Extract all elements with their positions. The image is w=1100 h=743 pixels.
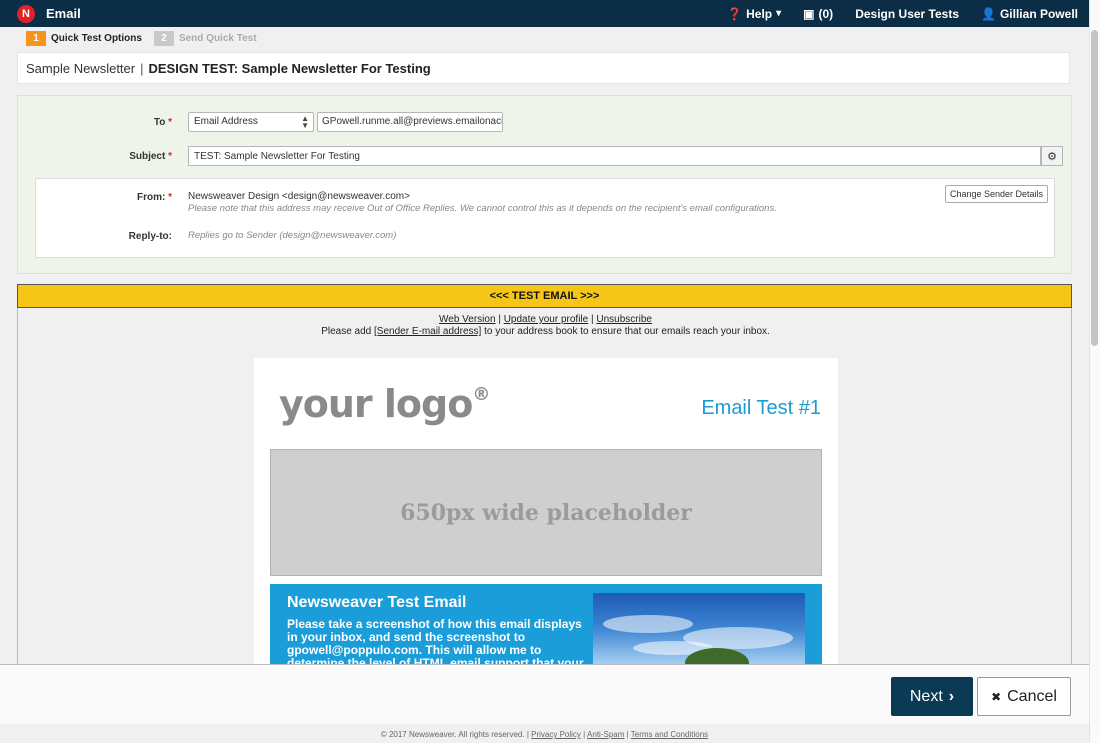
change-sender-details-button[interactable]: Change Sender Details xyxy=(945,185,1048,203)
from-note: Please note that this address may receiv… xyxy=(188,203,777,214)
sender-address-link[interactable]: [Sender E-mail address] xyxy=(374,326,481,337)
terms-link[interactable]: Terms and Conditions xyxy=(631,730,708,739)
notifications-button[interactable]: ▣ (0) xyxy=(803,7,833,21)
breadcrumb-parent[interactable]: Sample Newsletter xyxy=(26,61,135,76)
quick-test-form: To * Email Address ▲ ▼ GPowell.runme.all@… xyxy=(17,95,1072,274)
recipient-type-value: Email Address xyxy=(194,116,258,127)
workspace-link[interactable]: Design User Tests xyxy=(855,7,959,21)
step-2-number: 2 xyxy=(153,31,174,46)
cancel-button[interactable]: ✖ Cancel xyxy=(977,677,1071,716)
next-button[interactable]: Next › xyxy=(891,677,973,716)
workspace-label: Design User Tests xyxy=(855,6,960,21)
section-text: Please take a screenshot of how this ema… xyxy=(287,617,584,665)
top-nav-menu: ❓ Help ▾ ▣ (0) Design User Tests 👤 Gilli… xyxy=(705,7,1078,21)
link-separator: | xyxy=(590,314,594,325)
privacy-policy-link[interactable]: Privacy Policy xyxy=(531,730,581,739)
step-1-label[interactable]: Quick Test Options xyxy=(51,33,142,44)
test-email-banner: <<< TEST EMAIL >>> xyxy=(17,284,1072,308)
to-label: To * xyxy=(153,117,172,128)
user-icon: 👤 xyxy=(981,6,996,21)
address-note-suffix: to your address book to ensure that our … xyxy=(484,326,770,337)
footer-separator: | xyxy=(583,730,586,739)
email-preview: Web Version | Update your profile | Unsu… xyxy=(17,308,1072,664)
image-placeholder: 650px wide placeholder xyxy=(270,449,822,576)
close-icon: ✖ xyxy=(991,689,1002,704)
address-note-prefix: Please add xyxy=(321,326,372,337)
link-separator: | xyxy=(498,314,501,325)
address-book-note: Please add [Sender E-mail address] to yo… xyxy=(18,326,1073,337)
update-profile-link[interactable]: Update your profile xyxy=(504,314,589,325)
step-2-label: Send Quick Test xyxy=(178,33,257,44)
help-menu[interactable]: ❓ Help ▾ xyxy=(727,7,781,21)
to-address-input[interactable]: GPowell.runme.all@previews.emailonacid.c xyxy=(317,112,503,132)
email-heading: Email Test #1 xyxy=(701,397,821,419)
page-scrollbar-thumb[interactable] xyxy=(1091,30,1098,346)
user-name: Gillian Powell xyxy=(999,6,1078,21)
reply-to-label: Reply-to: xyxy=(128,231,172,242)
subject-label: Subject * xyxy=(129,151,172,162)
email-section: Newsweaver Test Email Please take a scre… xyxy=(270,584,822,664)
cancel-label: Cancel xyxy=(1007,687,1057,705)
recipient-type-select[interactable]: Email Address ▲ ▼ xyxy=(188,112,314,132)
gear-icon: ⚙ xyxy=(1047,150,1057,163)
select-arrows-icon: ▲ ▼ xyxy=(301,114,309,130)
from-value: Newsweaver Design <design@newsweaver.com… xyxy=(188,191,410,202)
step-1-number: 1 xyxy=(26,31,46,46)
wizard-steps: 1 Quick Test Options 2 Send Quick Test xyxy=(26,31,257,46)
newsweaver-logo-icon[interactable]: N xyxy=(17,4,35,23)
chevron-right-icon: › xyxy=(948,687,955,705)
email-header-links: Web Version | Update your profile | Unsu… xyxy=(18,314,1073,325)
help-circle-icon: ❓ xyxy=(727,6,743,21)
email-body: your logo® Email Test #1 650px wide plac… xyxy=(254,358,838,664)
breadcrumb-separator: | xyxy=(140,60,144,76)
anti-spam-link[interactable]: Anti-Spam xyxy=(587,730,624,739)
app-title[interactable]: Email xyxy=(46,6,81,21)
page-footer: © 2017 Newsweaver. All rights reserved. … xyxy=(0,730,1089,739)
footer-separator: | xyxy=(526,730,529,739)
section-title: Newsweaver Test Email xyxy=(287,594,467,611)
user-menu[interactable]: 👤 Gillian Powell xyxy=(981,7,1078,21)
breadcrumb: Sample Newsletter | DESIGN TEST: Sample … xyxy=(17,52,1070,84)
sky-tree-image xyxy=(593,593,805,664)
sender-details-box: From: * Newsweaver Design <design@newswe… xyxy=(35,178,1055,258)
next-label: Next xyxy=(909,687,943,705)
footer-separator: | xyxy=(626,730,629,739)
unsubscribe-link[interactable]: Unsubscribe xyxy=(596,314,652,325)
from-label: From: * xyxy=(136,192,172,203)
web-version-link[interactable]: Web Version xyxy=(439,314,496,325)
action-bar: Next › ✖ Cancel xyxy=(0,664,1089,724)
subject-input[interactable]: TEST: Sample Newsletter For Testing xyxy=(188,146,1041,166)
chevron-down-icon: ▾ xyxy=(776,8,782,19)
subject-settings-button[interactable]: ⚙ xyxy=(1041,146,1063,166)
email-logo: your logo® xyxy=(279,382,490,426)
page-title: DESIGN TEST: Sample Newsletter For Testi… xyxy=(148,60,431,76)
top-navigation-bar: N Email ❓ Help ▾ ▣ (0) Design User Tests… xyxy=(0,0,1089,27)
copyright-text: © 2017 Newsweaver. All rights reserved. xyxy=(380,730,525,739)
comment-icon: ▣ xyxy=(803,6,815,21)
help-label: Help xyxy=(746,6,773,21)
reply-to-value: Replies go to Sender (design@newsweaver.… xyxy=(188,230,397,241)
notifications-count: (0) xyxy=(818,6,834,21)
